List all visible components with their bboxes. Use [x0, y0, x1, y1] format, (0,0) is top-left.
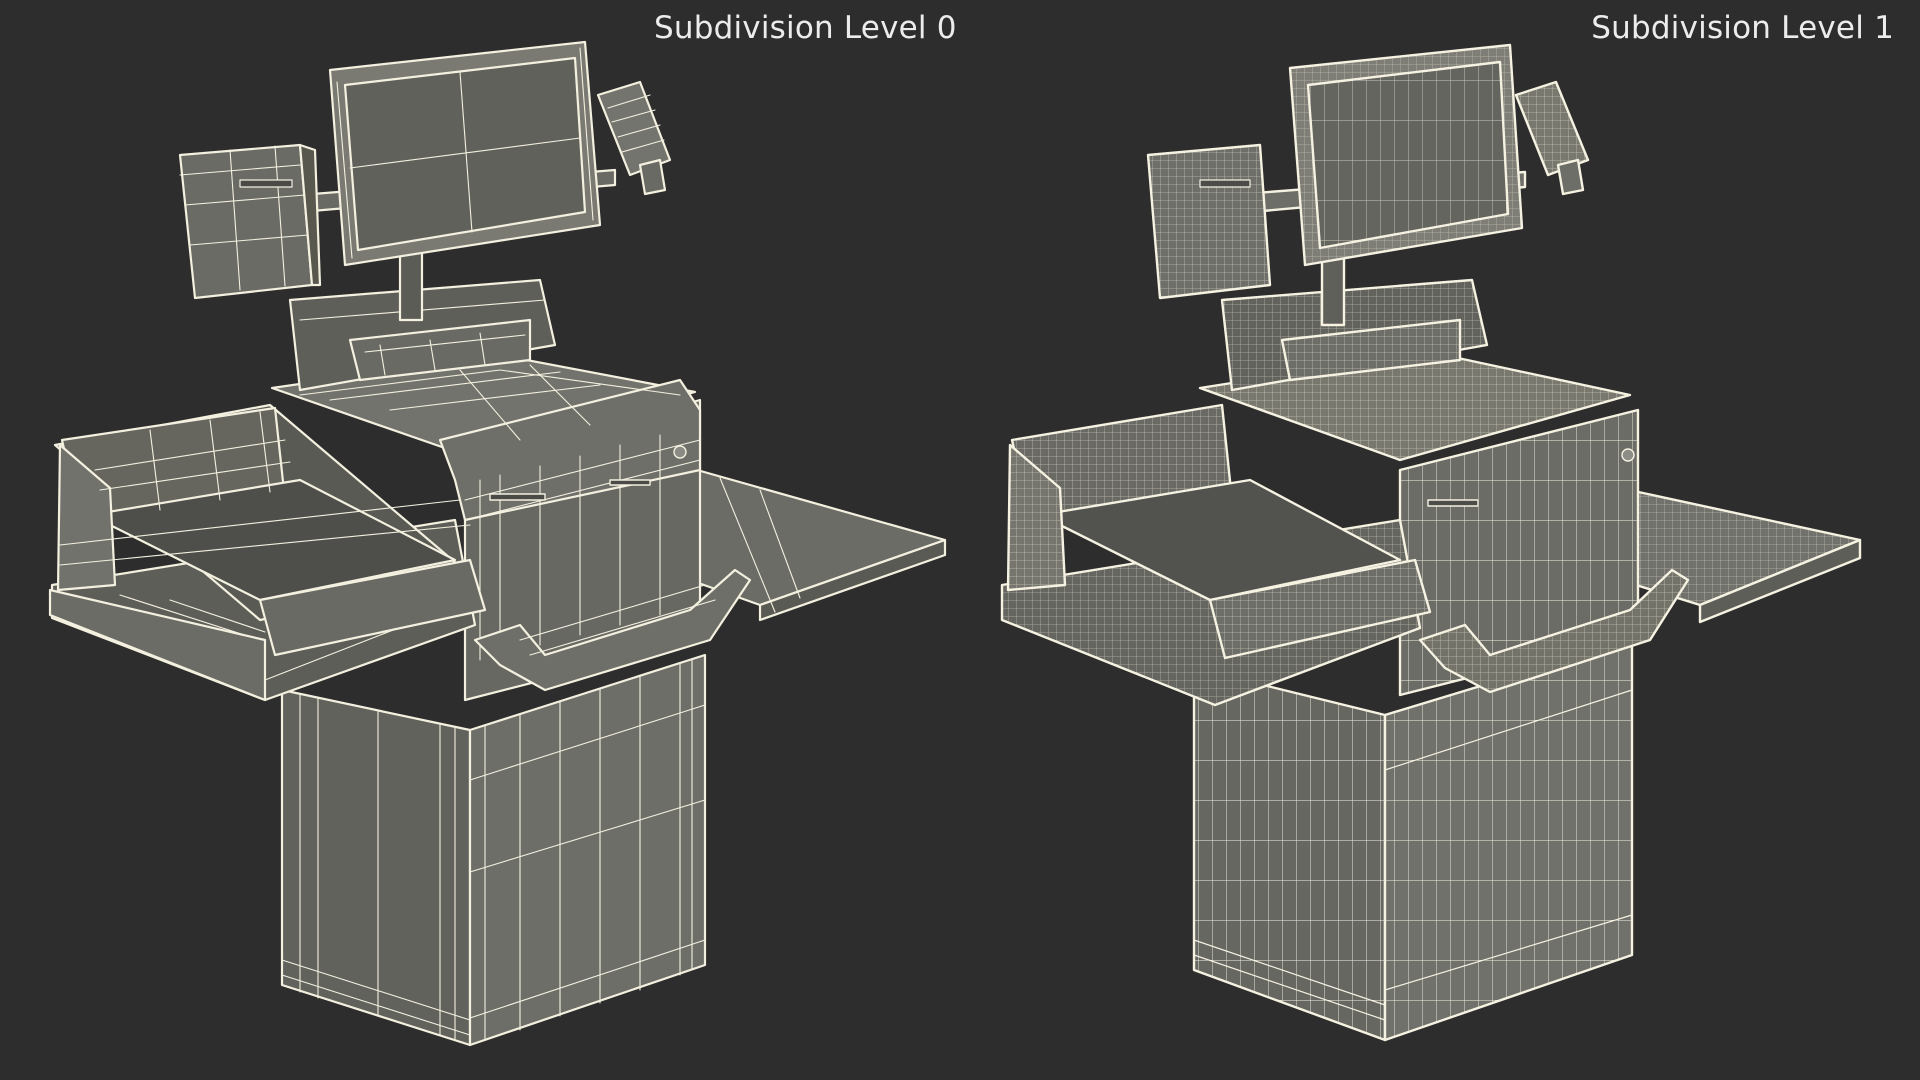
self-checkout-model-level-1	[1000, 43, 1862, 1042]
cabinet-right-face	[468, 653, 707, 1047]
scanner-button	[1621, 448, 1635, 462]
kiosk-wireframe-dense	[1000, 43, 1862, 1042]
monitor-pole	[1320, 253, 1346, 327]
cabinet-right-face-grid	[1385, 640, 1632, 1040]
cabinet-left-face-grid	[1194, 668, 1385, 1040]
render-viewport: Subdivision Level 0 Subdivision Level 1	[0, 0, 1920, 1080]
receipt-slot	[1427, 499, 1479, 507]
card-reader-stand	[638, 158, 667, 196]
receipt-printer-grid	[1148, 145, 1270, 298]
receipt-slot	[489, 493, 546, 501]
monitor-pole	[398, 248, 424, 322]
printer-slot	[1199, 179, 1251, 188]
card-reader-stand	[1556, 158, 1585, 196]
self-checkout-model-level-0	[48, 40, 947, 1047]
cabinet-left-face	[280, 688, 472, 1047]
kiosk-wireframe	[48, 40, 947, 1047]
receipt-printer	[178, 143, 314, 300]
printer-slot	[239, 179, 293, 188]
coin-slot	[609, 479, 651, 486]
scanner-button	[673, 445, 687, 459]
